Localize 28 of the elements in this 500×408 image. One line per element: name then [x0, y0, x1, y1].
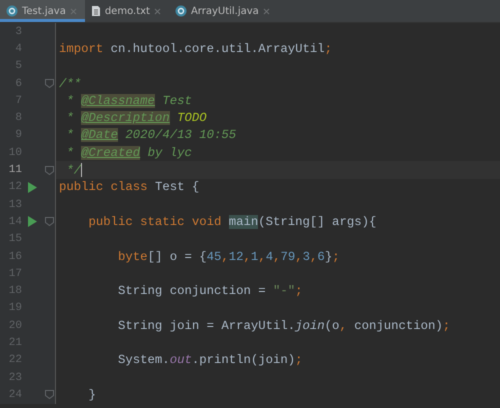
- code-line: byte[] o = {45,12,1,4,79,3,6};: [117, 250, 340, 264]
- class-icon: [174, 5, 187, 17]
- code-line: import cn.hutool.core.util.ArrayUtil;: [58, 42, 332, 56]
- editor-tab[interactable]: ArrayUtil.java: [168, 0, 278, 22]
- fold-icon[interactable]: [44, 79, 54, 88]
- code-line: * @Created by lyc: [65, 146, 192, 160]
- editor-tab[interactable]: demo.txt: [84, 0, 169, 22]
- file-icon: [90, 5, 101, 17]
- run-icon[interactable]: [28, 216, 37, 228]
- code-line: * @Date 2020/4/13 10:55: [65, 128, 236, 142]
- fold-icon[interactable]: [44, 217, 54, 226]
- code-line: System.out.println(join);: [117, 353, 303, 368]
- code-line: */: [65, 162, 82, 178]
- line-number: 11: [8, 164, 22, 176]
- code-line: public static void main(String[] args){: [88, 214, 376, 229]
- fold-icon[interactable]: [44, 166, 54, 175]
- close-icon[interactable]: [70, 8, 77, 14]
- code-line: public class Test {: [58, 180, 200, 194]
- code-line: }: [88, 388, 96, 402]
- code-line: String join = ArrayUtil.join(o, conjunction);: [117, 318, 450, 333]
- fold-icon[interactable]: [44, 390, 54, 400]
- class-icon: [6, 5, 18, 17]
- close-icon[interactable]: [154, 8, 161, 14]
- editor-tab[interactable]: Test.java: [0, 0, 85, 22]
- close-icon[interactable]: [262, 8, 270, 14]
- code-line: String conjunction = "-";: [117, 284, 303, 298]
- code-line: /**: [58, 76, 82, 91]
- run-icon[interactable]: [28, 182, 37, 193]
